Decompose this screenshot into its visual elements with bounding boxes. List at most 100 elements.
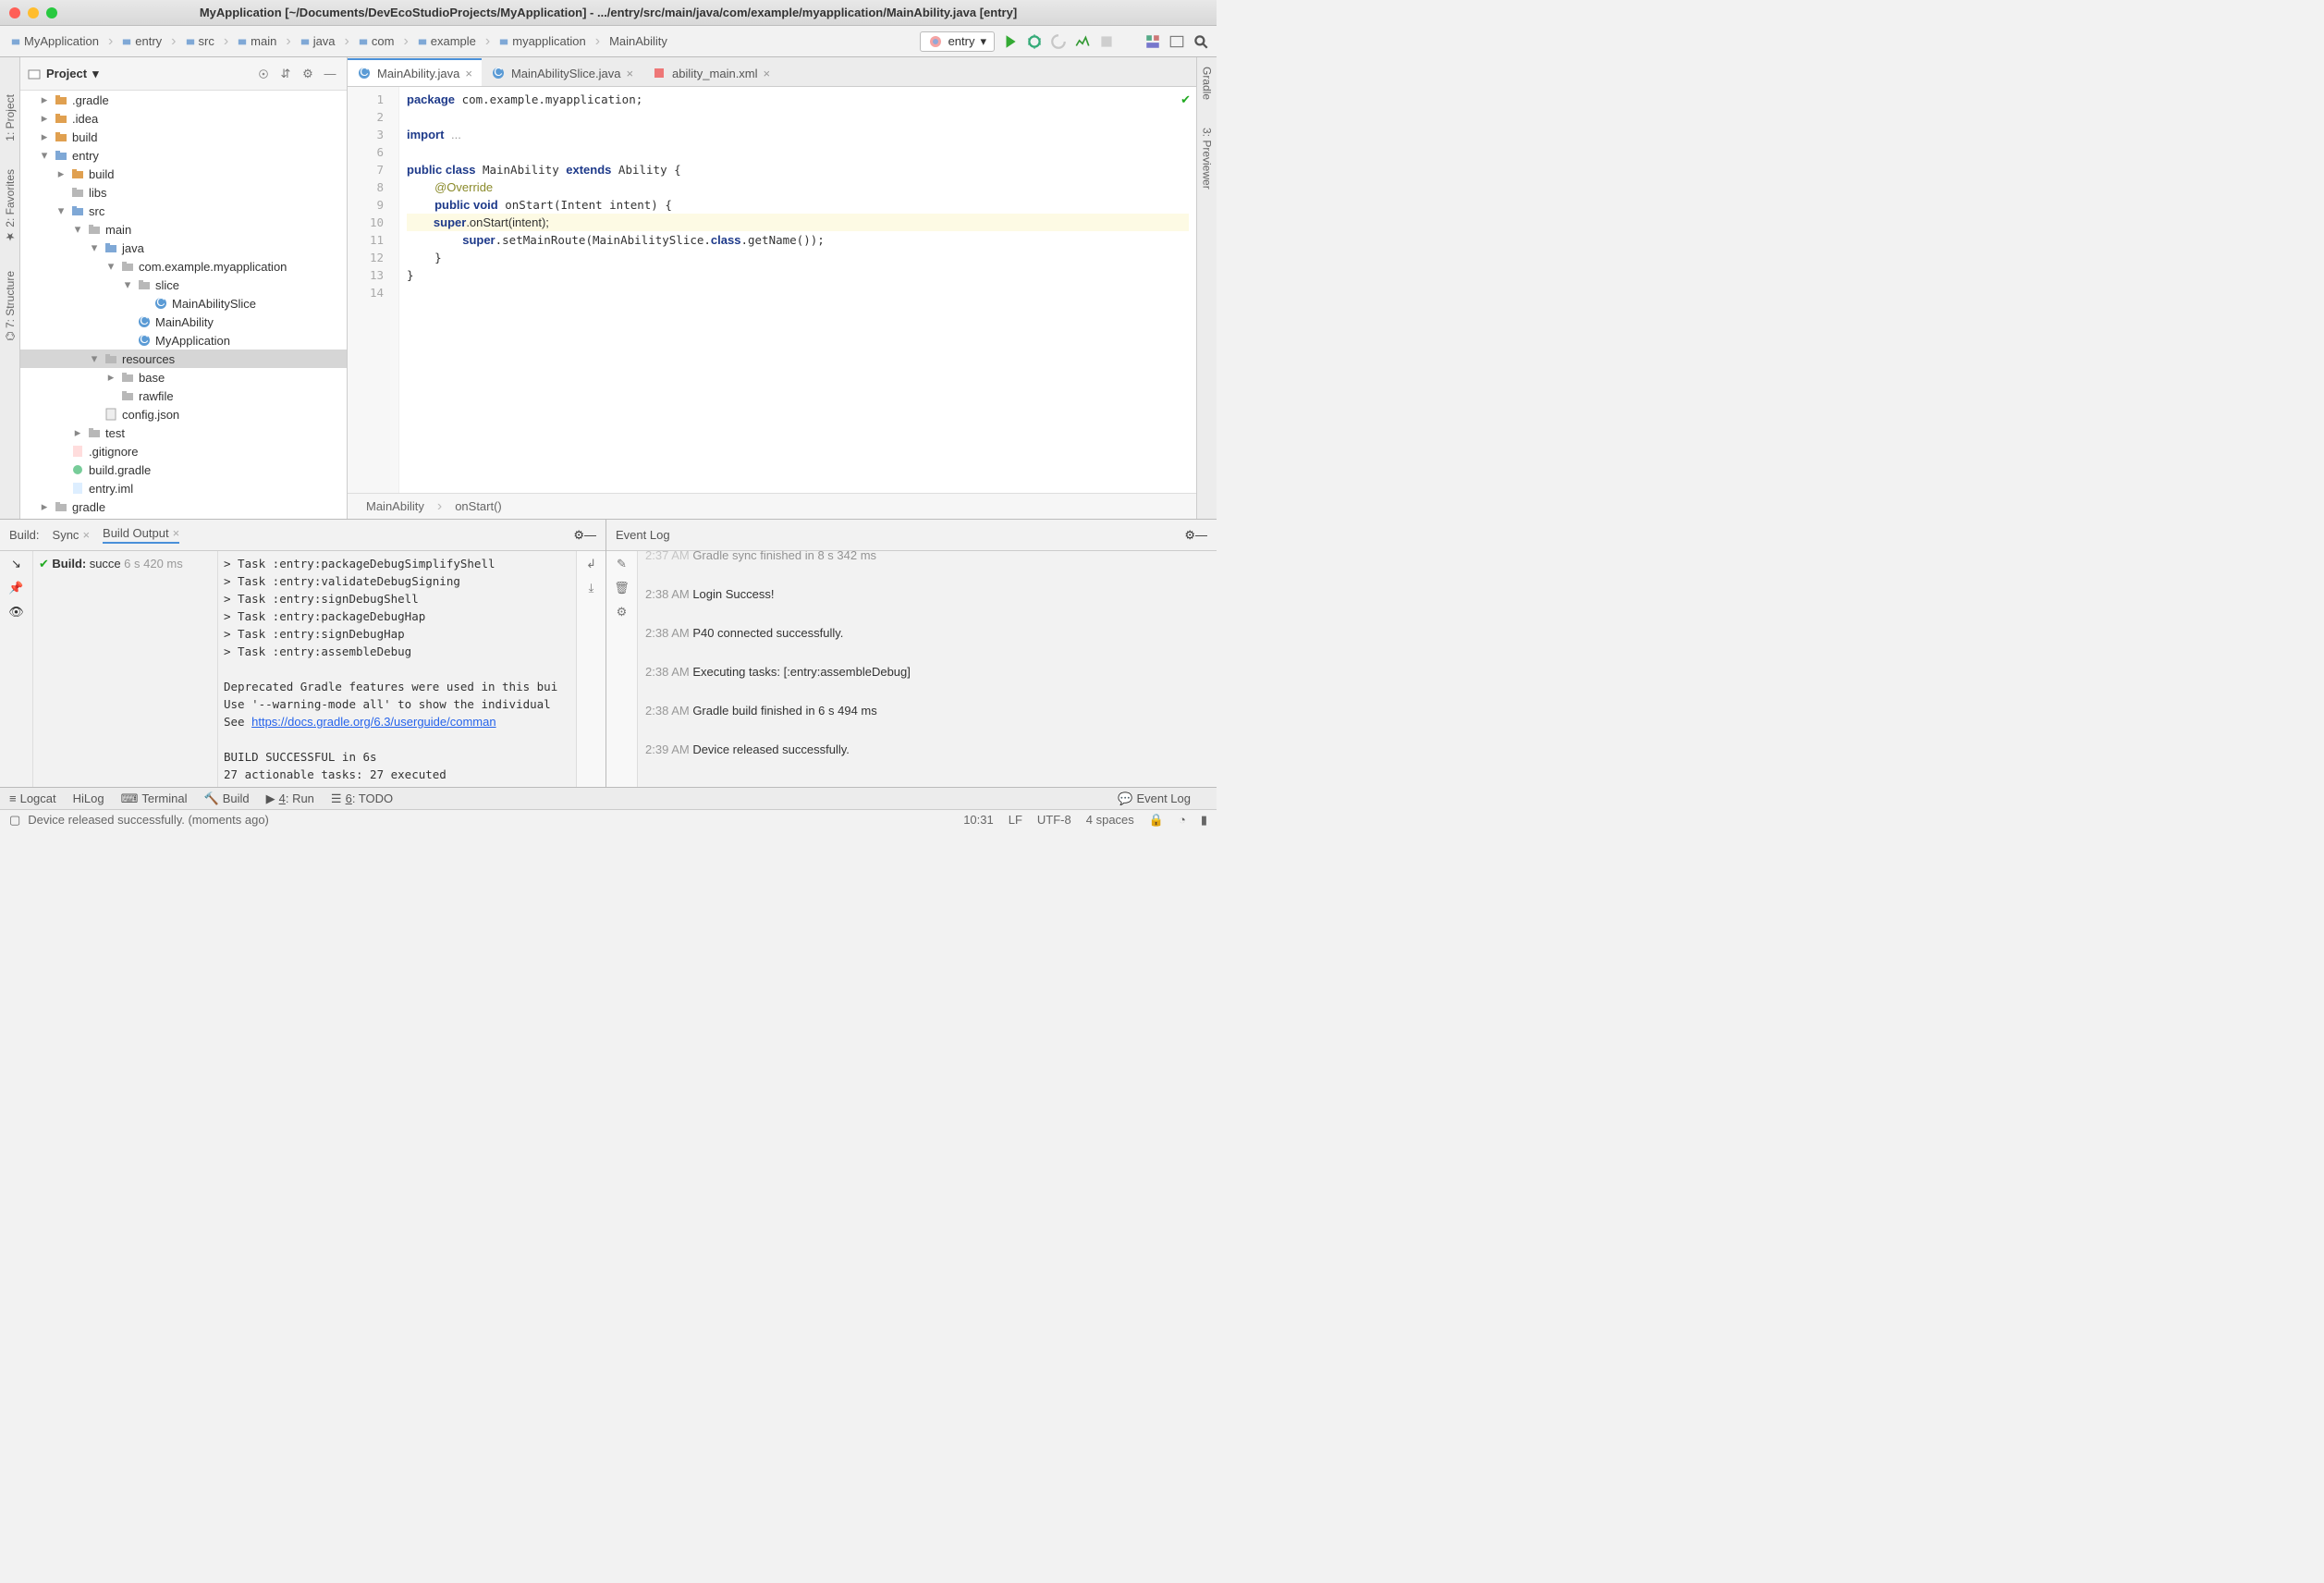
hide-panel-button[interactable]: — (584, 528, 596, 542)
gear-icon[interactable]: ⚙ (299, 65, 317, 83)
ide-settings-button[interactable] (1168, 33, 1185, 50)
filter-icon[interactable]: ↘ (11, 557, 21, 571)
editor-breadcrumb[interactable]: MainAbilityonStart() (348, 493, 1196, 519)
status-icon[interactable]: ▢ (9, 813, 20, 828)
tree-node[interactable]: ▾src (20, 202, 347, 220)
breadcrumb-item[interactable]: entry (118, 32, 165, 50)
editor-tab[interactable]: CMainAbilitySlice.java× (482, 60, 642, 86)
tree-node[interactable]: build.gradle (20, 460, 347, 479)
tool-window-button[interactable]: ≡Logcat (9, 792, 56, 806)
event-log-output[interactable]: 2:37 AM Gradle sync finished in 8 s 342 … (638, 551, 1217, 787)
inspector-icon[interactable]: ◔ (1179, 813, 1186, 827)
trash-icon[interactable]: 🗑 (614, 581, 630, 595)
edit-icon[interactable]: ✎ (617, 557, 627, 571)
scroll-end-icon[interactable]: ⤓ (589, 581, 594, 595)
tab-build-output[interactable]: Build Output× (103, 526, 179, 544)
tree-node[interactable]: .gitignore (20, 442, 347, 460)
tab-sync[interactable]: Sync× (53, 528, 91, 542)
pin-icon[interactable]: 📌 (8, 581, 23, 595)
tool-window-button[interactable]: ▶4: Run (266, 792, 314, 806)
tree-node[interactable]: ▾java (20, 239, 347, 257)
hide-panel-button[interactable]: — (1195, 528, 1207, 542)
tool-window-button[interactable]: HiLog (73, 792, 104, 806)
build-output[interactable]: > Task :entry:packageDebugSimplifyShell … (218, 551, 576, 787)
gear-icon[interactable]: ⚙ (1184, 528, 1195, 543)
tree-node[interactable]: ▸base (20, 368, 347, 387)
tree-node[interactable]: ▸.idea (20, 109, 347, 128)
project-tool-button[interactable]: 1: Project (4, 94, 17, 141)
eye-icon[interactable]: 👁 (8, 605, 24, 620)
event-log-panel: Event Log ⚙ — ✎ 🗑 ⚙ 2:37 AM Gradle sync … (606, 520, 1217, 787)
line-ending[interactable]: LF (1009, 813, 1022, 827)
breadcrumb-item[interactable]: main (234, 32, 280, 50)
breadcrumb-item[interactable]: myapplication (495, 32, 590, 50)
tree-node[interactable]: ▸.gradle (20, 91, 347, 109)
project-structure-button[interactable] (1144, 33, 1161, 50)
tree-node[interactable]: CMainAbilitySlice (20, 294, 347, 313)
breadcrumb-item[interactable]: example (414, 32, 480, 50)
lock-icon[interactable]: 🔒 (1149, 813, 1164, 828)
tree-node[interactable]: ▸gradle (20, 497, 347, 516)
tree-node[interactable]: ▾com.example.myapplication (20, 257, 347, 276)
run-button[interactable] (1002, 33, 1019, 50)
tool-window-button[interactable]: ☰6: TODO (331, 792, 393, 806)
file-encoding[interactable]: UTF-8 (1037, 813, 1071, 827)
project-panel-title[interactable]: Project ▾ (28, 67, 99, 81)
build-tree[interactable]: ✔ Build: succe 6 s 420 ms (33, 551, 218, 787)
tool-window-button[interactable]: 🔨Build (204, 792, 250, 806)
close-icon[interactable]: × (465, 67, 472, 80)
gradle-tool-button[interactable]: Gradle (1201, 67, 1214, 100)
tree-node[interactable]: config.json (20, 405, 347, 423)
tree-node[interactable]: rawfile (20, 387, 347, 405)
settings-icon[interactable]: ⚙ (617, 605, 628, 620)
tree-node[interactable]: CMainAbility (20, 313, 347, 331)
tree-node[interactable]: libs (20, 183, 347, 202)
structure-tool-button[interactable]: ⌬ 7: Structure (4, 271, 17, 341)
tree-node[interactable]: ▸build (20, 165, 347, 183)
tree-node[interactable]: ▸test (20, 423, 347, 442)
soft-wrap-icon[interactable]: ↲ (586, 557, 596, 571)
tree-node[interactable]: ▸build (20, 128, 347, 146)
breadcrumb: MyApplication entry srcmain javacom example m… (7, 32, 920, 50)
locate-button[interactable] (254, 65, 273, 83)
hide-panel-button[interactable]: — (321, 65, 339, 83)
file-icon (104, 407, 118, 422)
profile-button[interactable] (1074, 33, 1091, 50)
tree-node[interactable]: ▾entry (20, 146, 347, 165)
tree-node[interactable]: ▾main (20, 220, 347, 239)
breadcrumb-item[interactable]: MainAbility (605, 32, 671, 50)
expand-all-button[interactable]: ⇵ (276, 65, 295, 83)
tree-node[interactable]: entry.iml (20, 479, 347, 497)
stop-button[interactable] (1098, 33, 1115, 50)
breadcrumb-item[interactable]: java (297, 32, 339, 50)
tree-node[interactable]: CMyApplication (20, 331, 347, 350)
previewer-tool-button[interactable]: 3: Previewer (1201, 128, 1214, 190)
svg-text:C: C (360, 67, 368, 79)
tree-label: config.json (122, 408, 179, 422)
term-icon: ⌨ (121, 792, 139, 806)
memory-icon[interactable]: ▮ (1201, 813, 1207, 828)
project-tree[interactable]: ▸.gradle▸.idea▸build▾entry▸buildlibs▾src… (20, 91, 347, 519)
breadcrumb-item[interactable]: MyApplication (7, 32, 103, 50)
code-editor[interactable]: package com.example.myapplication; impor… (399, 87, 1196, 493)
breadcrumb-item[interactable]: src (182, 32, 218, 50)
editor-tab[interactable]: ability_main.xml× (642, 60, 779, 86)
svg-text:C: C (494, 67, 502, 79)
breadcrumb-item[interactable]: com (355, 32, 398, 50)
tool-window-button[interactable]: ⌨Terminal (121, 792, 188, 806)
search-everywhere-button[interactable] (1193, 33, 1209, 50)
coverage-button[interactable] (1050, 33, 1067, 50)
editor-tab[interactable]: CMainAbility.java× (348, 58, 482, 86)
debug-button[interactable] (1026, 33, 1043, 50)
run-config-selector[interactable]: entry ▾ (920, 31, 995, 52)
favorites-tool-button[interactable]: ★ 2: Favorites (4, 169, 17, 243)
tree-node[interactable]: ▾resources (20, 350, 347, 368)
close-icon[interactable]: × (626, 67, 633, 80)
close-icon[interactable]: × (764, 67, 771, 80)
caret-position[interactable]: 10:31 (963, 813, 994, 827)
event-log-button[interactable]: 💬 Event Log (1118, 792, 1191, 806)
indent-setting[interactable]: 4 spaces (1086, 813, 1134, 827)
folder-icon (54, 129, 68, 144)
gear-icon[interactable]: ⚙ (573, 528, 584, 543)
tree-node[interactable]: ▾slice (20, 276, 347, 294)
